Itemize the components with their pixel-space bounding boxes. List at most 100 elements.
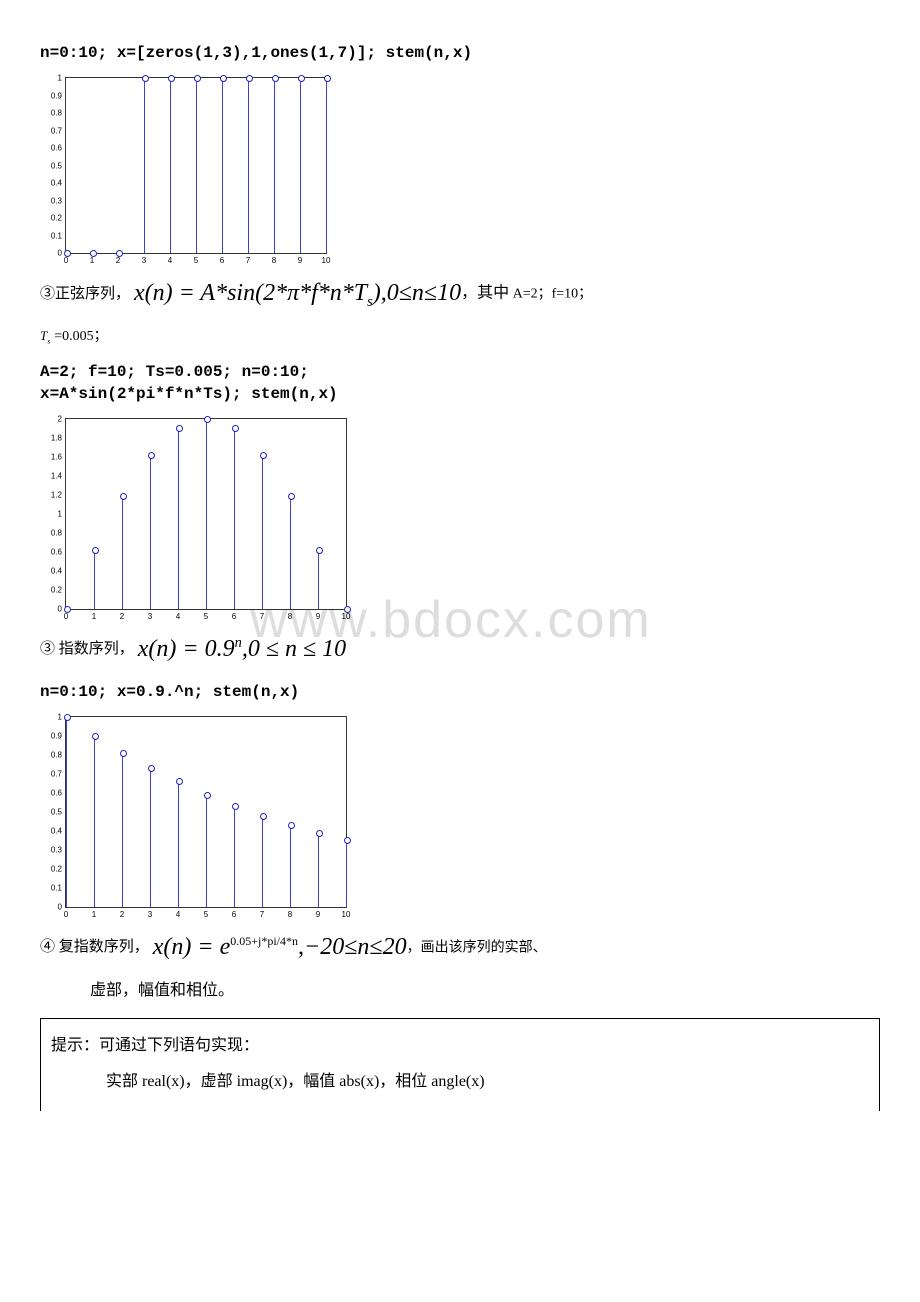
formula-exp-sup: n	[235, 635, 242, 651]
x-tick-label: 9	[316, 910, 320, 919]
x-tick-label: 1	[90, 256, 94, 265]
y-tick-label: 0.6	[48, 547, 62, 556]
formula-exp-part1: x(n) = 0.9	[138, 636, 235, 662]
stem	[196, 78, 197, 253]
y-tick-label: 0.2	[48, 214, 62, 223]
x-tick-label: 0	[64, 256, 68, 265]
stem	[122, 753, 123, 907]
y-tick-label: 0	[48, 902, 62, 911]
text-after-formula: ，其中	[461, 285, 509, 302]
formula-sine-part2: ),0≤n≤10	[373, 280, 461, 306]
formula-complex-part1: x(n) = e	[153, 934, 230, 960]
x-tick-label: 8	[288, 612, 292, 621]
stem-chart-2: 00.20.40.60.811.21.41.61.82012345678910	[65, 418, 347, 610]
stem	[274, 78, 275, 253]
formula-complex: x(n) = e0.05+j*pi/4*n,−20≤n≤20	[153, 926, 407, 969]
y-tick-label: 0.1	[48, 883, 62, 892]
y-tick-label: 0.3	[48, 845, 62, 854]
x-tick-label: 8	[288, 910, 292, 919]
stem	[318, 833, 319, 907]
y-tick-label: 0.2	[48, 585, 62, 594]
x-tick-label: 3	[148, 612, 152, 621]
x-tick-label: 0	[64, 612, 68, 621]
x-tick-label: 6	[232, 612, 236, 621]
y-tick-label: 2	[48, 414, 62, 423]
y-tick-label: 0	[48, 249, 62, 258]
stem	[248, 78, 249, 253]
stem	[66, 717, 67, 907]
num-3-label: ③正弦序列，	[40, 281, 130, 308]
stem	[170, 78, 171, 253]
formula-complex-sup: 0.05+j*pi/4*n	[230, 934, 298, 948]
y-tick-label: 0.6	[48, 144, 62, 153]
x-tick-label: 5	[204, 612, 208, 621]
stem	[290, 825, 291, 907]
stem	[178, 428, 179, 609]
y-tick-label: 0.4	[48, 566, 62, 575]
x-tick-label: 4	[168, 256, 172, 265]
stem	[234, 806, 235, 907]
stem	[178, 781, 179, 906]
y-tick-label: 0.5	[48, 161, 62, 170]
paragraph-sine: ③正弦序列， x(n) = A*sin(2*π*f*n*Ts),0≤n≤10 ，…	[40, 272, 880, 316]
stem	[262, 455, 263, 609]
y-tick-label: 0	[48, 604, 62, 613]
stem	[94, 550, 95, 609]
x-tick-label: 2	[116, 256, 120, 265]
hint-box: 提示：可通过下列语句实现： 实部 real(x)，虚部 imag(x)，幅值 a…	[40, 1018, 880, 1111]
x-tick-label: 8	[272, 256, 276, 265]
stem	[290, 496, 291, 608]
x-tick-label: 1	[92, 910, 96, 919]
code-line-2a: A=2; f=10; Ts=0.005; n=0:10;	[40, 363, 880, 381]
x-tick-label: 7	[246, 256, 250, 265]
x-tick-label: 10	[342, 612, 351, 621]
stem	[326, 78, 327, 253]
y-tick-label: 0.8	[48, 109, 62, 118]
stem	[234, 428, 235, 609]
stem	[346, 840, 347, 907]
y-tick-label: 0.2	[48, 864, 62, 873]
x-tick-label: 5	[204, 910, 208, 919]
y-tick-label: 0.4	[48, 179, 62, 188]
code-line-1: n=0:10; x=[zeros(1,3),1,ones(1,7)]; stem…	[40, 44, 880, 62]
formula-sine-part1: x(n) = A*sin(2*π*f*n*T	[134, 280, 367, 306]
x-tick-label: 1	[92, 612, 96, 621]
stem	[150, 768, 151, 907]
x-tick-label: 10	[322, 256, 331, 265]
x-tick-label: 4	[176, 910, 180, 919]
ts-value: =0.005；	[54, 329, 107, 344]
y-tick-label: 1.8	[48, 433, 62, 442]
x-tick-label: 7	[260, 612, 264, 621]
paragraph-complex: ④ 复指数序列， x(n) = e0.05+j*pi/4*n,−20≤n≤20 …	[40, 926, 880, 969]
y-tick-label: 0.1	[48, 231, 62, 240]
y-tick-label: 1.4	[48, 471, 62, 480]
stem	[318, 550, 319, 609]
paragraph-exp: ③ 指数序列， x(n) = 0.9n,0 ≤ n ≤ 10	[40, 628, 880, 671]
x-tick-label: 6	[232, 910, 236, 919]
stem	[144, 78, 145, 253]
x-tick-label: 2	[120, 612, 124, 621]
stem-chart-1: 00.10.20.30.40.50.60.70.80.9101234567891…	[65, 77, 327, 254]
stem-chart-3: 00.10.20.30.40.50.60.70.80.9101234567891…	[65, 716, 347, 908]
x-tick-label: 10	[342, 910, 351, 919]
formula-exp-part2: ,0 ≤ n ≤ 10	[242, 636, 346, 662]
stem	[300, 78, 301, 253]
y-tick-label: 0.8	[48, 750, 62, 759]
y-tick-label: 0.9	[48, 731, 62, 740]
y-tick-label: 1.6	[48, 452, 62, 461]
params-text: A=2；f=10；	[509, 287, 592, 302]
x-tick-label: 2	[120, 910, 124, 919]
stem	[222, 78, 223, 253]
y-tick-label: 1.2	[48, 490, 62, 499]
stem	[262, 816, 263, 907]
y-tick-label: 1	[48, 74, 62, 83]
y-tick-label: 0.7	[48, 769, 62, 778]
stem	[206, 419, 207, 609]
hint-line-2: 实部 real(x)，虚部 imag(x)，幅值 abs(x)，相位 angle…	[51, 1067, 869, 1091]
complex-line2: 虚部，幅值和相位。	[40, 977, 880, 1006]
y-tick-label: 1	[48, 509, 62, 518]
hint-line-1: 提示：可通过下列语句实现：	[51, 1031, 869, 1055]
x-tick-label: 7	[260, 910, 264, 919]
formula-exp: x(n) = 0.9n,0 ≤ n ≤ 10	[138, 628, 346, 671]
y-tick-label: 0.7	[48, 126, 62, 135]
